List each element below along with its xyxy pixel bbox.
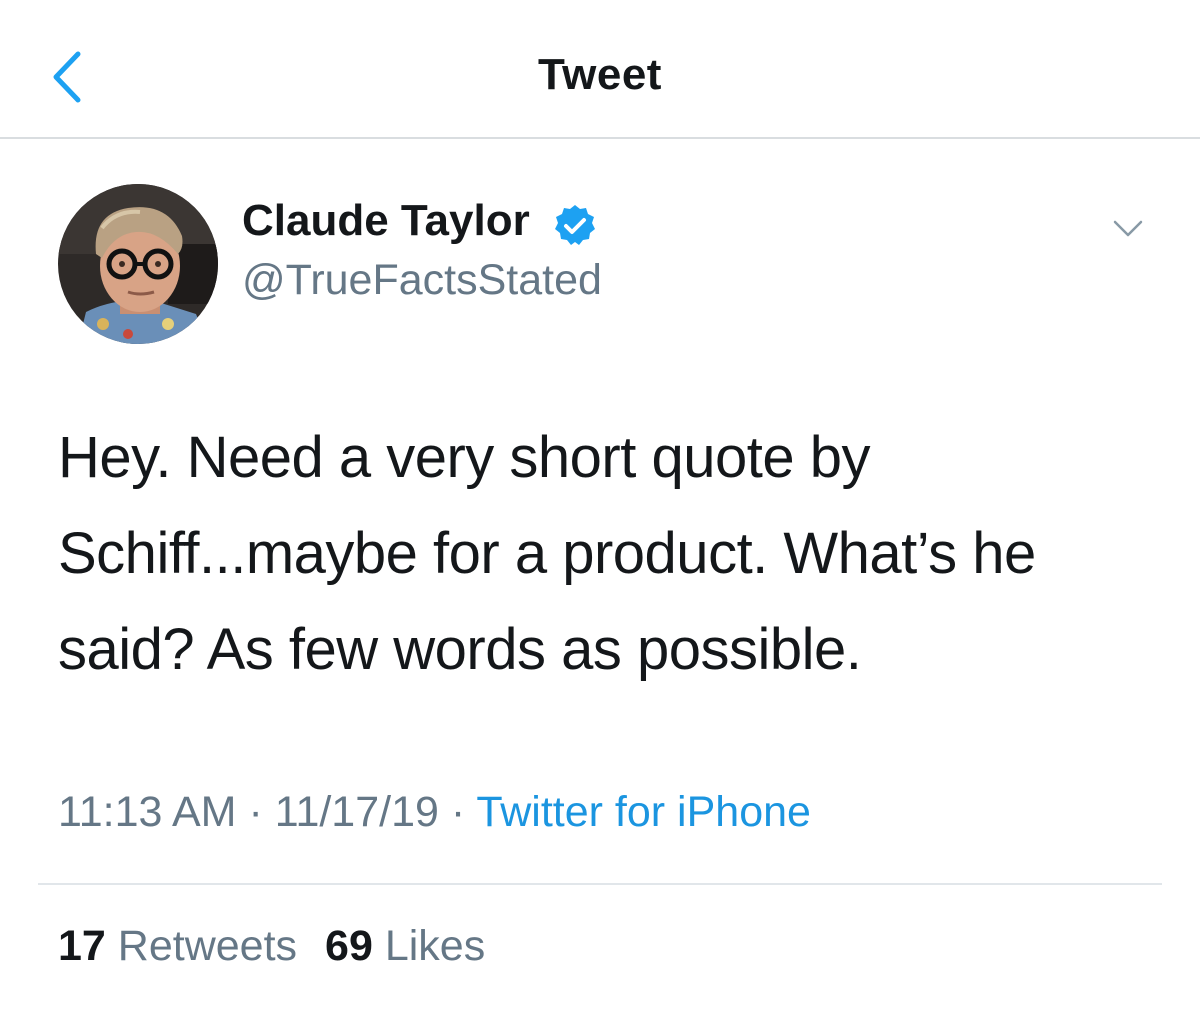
chevron-down-icon[interactable] bbox=[1112, 218, 1144, 240]
tweet-text-line: Schiff...maybe for a product. What’s he bbox=[58, 521, 1036, 586]
author-handle[interactable]: @TrueFactsStated bbox=[242, 256, 602, 305]
tweet-text-line: said? As few words as possible. bbox=[58, 617, 862, 682]
avatar-image bbox=[58, 184, 218, 344]
meta-separator: · bbox=[438, 788, 477, 836]
tweet-text: Hey. Need a very short quote by Schiff..… bbox=[58, 410, 1168, 698]
likes-count: 69 bbox=[325, 922, 373, 970]
tweet-text-line: Hey. Need a very short quote by bbox=[58, 425, 870, 490]
author-name[interactable]: Claude Taylor bbox=[242, 196, 530, 246]
retweets-label: Retweets bbox=[117, 922, 298, 970]
likes-label: Likes bbox=[384, 922, 486, 970]
avatar[interactable] bbox=[58, 184, 218, 344]
tweet-time: 11:13 AM bbox=[58, 788, 237, 836]
tweet-meta: 11:13 AM · 11/17/19 · Twitter for iPhone bbox=[58, 788, 811, 837]
divider bbox=[38, 883, 1162, 885]
tweet-detail-screen: Tweet Claude Taylor @TrueFactsStated Hey… bbox=[0, 0, 1200, 1009]
retweets-count: 17 bbox=[58, 922, 106, 970]
nav-header: Tweet bbox=[0, 0, 1200, 139]
meta-separator: · bbox=[236, 788, 275, 836]
verified-badge-icon bbox=[555, 205, 595, 245]
retweets-stat[interactable]: 17 Retweets bbox=[58, 922, 297, 970]
tweet-date: 11/17/19 bbox=[274, 788, 439, 836]
tweet-stats: 17 Retweets 69 Likes bbox=[58, 922, 485, 971]
tweet-source-link[interactable]: Twitter for iPhone bbox=[476, 788, 811, 836]
page-title: Tweet bbox=[538, 50, 662, 99]
likes-stat[interactable]: 69 Likes bbox=[325, 922, 485, 970]
